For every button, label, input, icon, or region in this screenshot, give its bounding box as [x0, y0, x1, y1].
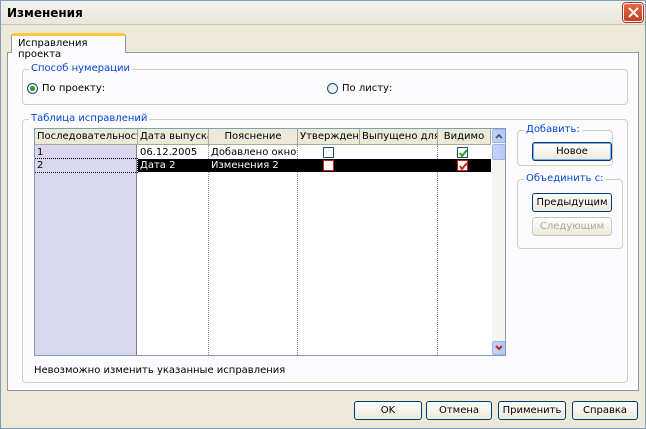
table-row-1-note[interactable]: Добавлено окно в — [209, 146, 297, 159]
cancel-label: Отмена — [438, 405, 480, 416]
table-row-2-date[interactable]: Дата 2 — [138, 159, 208, 172]
radio-by-project[interactable]: По проекту: — [27, 83, 105, 94]
add-legend: Добавить: — [524, 124, 582, 135]
column-header-sequence[interactable]: Последовательность — [35, 129, 138, 145]
radio-indicator — [327, 83, 338, 94]
add-group: Добавить: Новое — [517, 124, 613, 166]
table-row-1-approved-checkbox[interactable] — [323, 147, 334, 158]
table-row-2-approved-checkbox[interactable] — [323, 160, 334, 171]
sequence-column — [35, 145, 137, 355]
radio-indicator-checked — [27, 83, 38, 94]
help-label: Справка — [582, 405, 628, 416]
new-button-label: Новое — [556, 146, 588, 157]
table-row-1-visible-checkbox[interactable] — [457, 147, 468, 158]
merge-previous-label: Предыдущим — [536, 197, 608, 208]
column-divider — [437, 145, 438, 355]
close-button[interactable] — [623, 3, 643, 22]
ok-button[interactable]: OK — [354, 401, 422, 420]
merge-next-button[interactable]: Следующим — [532, 217, 612, 236]
radio-by-sheet[interactable]: По листу: — [327, 83, 392, 94]
merge-legend: Объединить с: — [524, 173, 606, 184]
column-divider — [208, 145, 209, 355]
table-row-1-seq[interactable]: 1 — [35, 146, 137, 159]
revisions-table-legend: Таблица исправлений — [29, 113, 150, 124]
column-header-approved[interactable]: Утверждено — [298, 129, 360, 145]
window-title: Изменения — [7, 6, 83, 20]
new-revision-button[interactable]: Новое — [532, 142, 612, 161]
checkmark-icon — [459, 149, 468, 158]
column-header-visible[interactable]: Видимо — [438, 129, 491, 145]
numbering-group: Способ нумерации По проекту: По листу: — [22, 63, 628, 105]
revisions-dialog: Изменения Исправления проекта Способ нум… — [0, 0, 646, 429]
read-only-note: Невозможно изменить указанные исправлени… — [34, 365, 286, 376]
radio-label-project: По проекту: — [42, 83, 106, 94]
apply-button[interactable]: Применить — [498, 401, 566, 420]
numbering-legend: Способ нумерации — [29, 63, 133, 74]
help-button[interactable]: Справка — [572, 401, 638, 420]
column-header-note[interactable]: Пояснение — [209, 129, 298, 145]
merge-group: Объединить с: Предыдущим Следующим — [517, 173, 623, 249]
table-row-2-visible-checkbox[interactable] — [457, 160, 468, 171]
ok-label: OK — [380, 405, 396, 416]
vertical-scrollbar[interactable] — [492, 129, 505, 355]
merge-previous-button[interactable]: Предыдущим — [532, 193, 612, 212]
apply-label: Применить — [502, 405, 562, 416]
chevron-down-icon — [495, 345, 503, 351]
chevron-up-icon — [495, 133, 503, 139]
table-row-2-note[interactable]: Изменения 2 — [209, 159, 297, 172]
checkmark-icon — [459, 162, 468, 171]
close-icon — [628, 7, 639, 18]
cancel-button[interactable]: Отмена — [426, 401, 492, 420]
scroll-thumb[interactable] — [492, 144, 505, 160]
column-divider — [297, 145, 298, 355]
scroll-down-button[interactable] — [492, 341, 505, 355]
table-row-1-date[interactable]: 06.12.2005 — [138, 146, 208, 159]
scroll-up-button[interactable] — [492, 129, 505, 143]
table-row-2-seq[interactable]: 2 — [35, 158, 138, 173]
revisions-grid[interactable]: Последовательность Дата выпуска Пояснени… — [34, 128, 506, 356]
radio-label-sheet: По листу: — [342, 83, 393, 94]
tab-project-revisions[interactable]: Исправления проекта — [11, 33, 126, 60]
column-header-issued-for[interactable]: Выпущено для — [360, 129, 438, 145]
column-header-date[interactable]: Дата выпуска — [138, 129, 209, 145]
title-bar[interactable]: Изменения — [1, 1, 645, 25]
merge-next-label: Следующим — [539, 221, 605, 232]
